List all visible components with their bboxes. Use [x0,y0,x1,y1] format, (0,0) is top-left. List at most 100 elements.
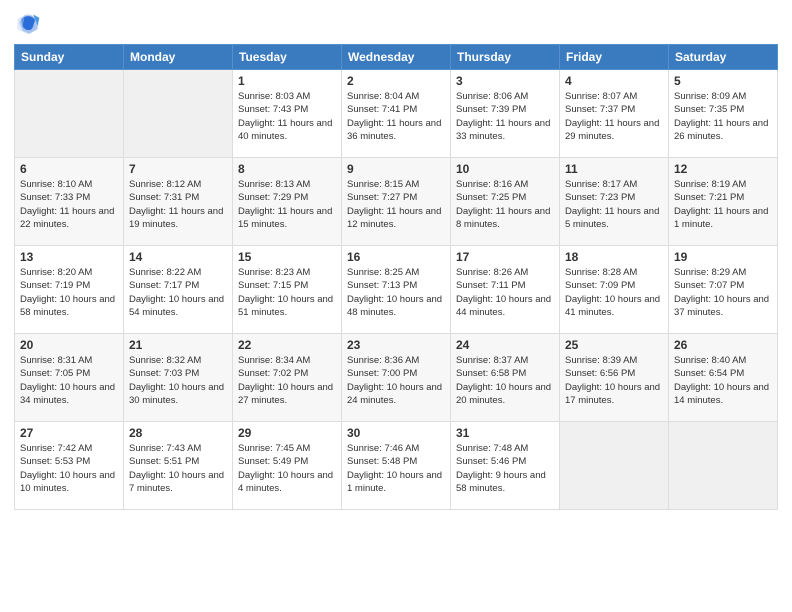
day-number: 20 [20,338,118,352]
calendar-cell: 4 Sunrise: 8:07 AM Sunset: 7:37 PM Daylig… [560,70,669,158]
day-info: Sunrise: 8:06 AM Sunset: 7:39 PM Dayligh… [456,90,554,143]
day-of-week-header: Thursday [451,45,560,70]
day-info: Sunrise: 8:19 AM Sunset: 7:21 PM Dayligh… [674,178,772,231]
day-info: Sunrise: 8:03 AM Sunset: 7:43 PM Dayligh… [238,90,336,143]
day-number: 10 [456,162,554,176]
day-number: 19 [674,250,772,264]
day-number: 27 [20,426,118,440]
day-number: 31 [456,426,554,440]
day-of-week-header: Tuesday [233,45,342,70]
day-of-week-header: Wednesday [342,45,451,70]
day-info: Sunrise: 7:45 AM Sunset: 5:49 PM Dayligh… [238,442,336,495]
day-info: Sunrise: 8:31 AM Sunset: 7:05 PM Dayligh… [20,354,118,407]
day-number: 14 [129,250,227,264]
day-number: 4 [565,74,663,88]
day-info: Sunrise: 8:36 AM Sunset: 7:00 PM Dayligh… [347,354,445,407]
calendar-cell: 2 Sunrise: 8:04 AM Sunset: 7:41 PM Daylig… [342,70,451,158]
calendar-cell: 5 Sunrise: 8:09 AM Sunset: 7:35 PM Daylig… [669,70,778,158]
day-info: Sunrise: 7:43 AM Sunset: 5:51 PM Dayligh… [129,442,227,495]
calendar-cell: 8Sunrise: 8:13 AM Sunset: 7:29 PM Daylig… [233,158,342,246]
calendar-week-row: 1 Sunrise: 8:03 AM Sunset: 7:43 PM Daylig… [15,70,778,158]
day-of-week-header: Friday [560,45,669,70]
day-number: 11 [565,162,663,176]
day-number: 12 [674,162,772,176]
calendar-cell: 23 Sunrise: 8:36 AM Sunset: 7:00 PM Dayli… [342,334,451,422]
calendar-cell: 3Sunrise: 8:06 AM Sunset: 7:39 PM Daylig… [451,70,560,158]
day-info: Sunrise: 8:23 AM Sunset: 7:15 PM Dayligh… [238,266,336,319]
calendar-cell: 14 Sunrise: 8:22 AM Sunset: 7:17 PM Dayli… [124,246,233,334]
calendar-cell: 11 Sunrise: 8:17 AM Sunset: 7:23 PM Dayli… [560,158,669,246]
calendar-cell: 20 Sunrise: 8:31 AM Sunset: 7:05 PM Dayli… [15,334,124,422]
calendar-cell: 25 Sunrise: 8:39 AM Sunset: 6:56 PM Dayli… [560,334,669,422]
day-number: 26 [674,338,772,352]
day-info: Sunrise: 8:25 AM Sunset: 7:13 PM Dayligh… [347,266,445,319]
calendar-cell: 19 Sunrise: 8:29 AM Sunset: 7:07 PM Dayli… [669,246,778,334]
day-number: 30 [347,426,445,440]
day-info: Sunrise: 7:48 AM Sunset: 5:46 PM Dayligh… [456,442,554,495]
calendar-cell: 30 Sunrise: 7:46 AM Sunset: 5:48 PM Dayli… [342,422,451,510]
day-info: Sunrise: 7:46 AM Sunset: 5:48 PM Dayligh… [347,442,445,495]
day-info: Sunrise: 8:09 AM Sunset: 7:35 PM Dayligh… [674,90,772,143]
day-info: Sunrise: 8:12 AM Sunset: 7:31 PM Dayligh… [129,178,227,231]
day-number: 22 [238,338,336,352]
day-info: Sunrise: 8:22 AM Sunset: 7:17 PM Dayligh… [129,266,227,319]
calendar-cell: 1 Sunrise: 8:03 AM Sunset: 7:43 PM Daylig… [233,70,342,158]
calendar-cell: 16Sunrise: 8:25 AM Sunset: 7:13 PM Dayli… [342,246,451,334]
calendar-cell [560,422,669,510]
day-number: 21 [129,338,227,352]
day-info: Sunrise: 8:29 AM Sunset: 7:07 PM Dayligh… [674,266,772,319]
calendar-cell: 22Sunrise: 8:34 AM Sunset: 7:02 PM Dayli… [233,334,342,422]
day-number: 23 [347,338,445,352]
day-of-week-header: Saturday [669,45,778,70]
day-number: 1 [238,74,336,88]
calendar-cell: 6 Sunrise: 8:10 AM Sunset: 7:33 PM Daylig… [15,158,124,246]
logo [14,10,44,38]
calendar-week-row: 13 Sunrise: 8:20 AM Sunset: 7:19 PM Dayli… [15,246,778,334]
calendar-week-row: 20 Sunrise: 8:31 AM Sunset: 7:05 PM Dayli… [15,334,778,422]
calendar-table: SundayMondayTuesdayWednesdayThursdayFrid… [14,44,778,510]
calendar-cell: 17 Sunrise: 8:26 AM Sunset: 7:11 PM Dayli… [451,246,560,334]
day-info: Sunrise: 8:04 AM Sunset: 7:41 PM Dayligh… [347,90,445,143]
day-number: 15 [238,250,336,264]
calendar-cell: 10Sunrise: 8:16 AM Sunset: 7:25 PM Dayli… [451,158,560,246]
day-info: Sunrise: 8:20 AM Sunset: 7:19 PM Dayligh… [20,266,118,319]
day-info: Sunrise: 8:26 AM Sunset: 7:11 PM Dayligh… [456,266,554,319]
day-number: 25 [565,338,663,352]
calendar-cell: 15 Sunrise: 8:23 AM Sunset: 7:15 PM Dayli… [233,246,342,334]
calendar-cell: 24Sunrise: 8:37 AM Sunset: 6:58 PM Dayli… [451,334,560,422]
day-info: Sunrise: 8:28 AM Sunset: 7:09 PM Dayligh… [565,266,663,319]
day-info: Sunrise: 8:40 AM Sunset: 6:54 PM Dayligh… [674,354,772,407]
calendar-cell [15,70,124,158]
day-info: Sunrise: 8:17 AM Sunset: 7:23 PM Dayligh… [565,178,663,231]
logo-icon [14,10,42,38]
calendar-cell: 12 Sunrise: 8:19 AM Sunset: 7:21 PM Dayli… [669,158,778,246]
calendar-week-row: 6 Sunrise: 8:10 AM Sunset: 7:33 PM Daylig… [15,158,778,246]
calendar-cell: 31 Sunrise: 7:48 AM Sunset: 5:46 PM Dayli… [451,422,560,510]
calendar-cell: 13 Sunrise: 8:20 AM Sunset: 7:19 PM Dayli… [15,246,124,334]
calendar-cell: 28Sunrise: 7:43 AM Sunset: 5:51 PM Dayli… [124,422,233,510]
day-number: 2 [347,74,445,88]
day-info: Sunrise: 8:15 AM Sunset: 7:27 PM Dayligh… [347,178,445,231]
calendar-cell: 21 Sunrise: 8:32 AM Sunset: 7:03 PM Dayli… [124,334,233,422]
day-info: Sunrise: 8:10 AM Sunset: 7:33 PM Dayligh… [20,178,118,231]
day-info: Sunrise: 7:42 AM Sunset: 5:53 PM Dayligh… [20,442,118,495]
day-of-week-header: Sunday [15,45,124,70]
calendar-cell: 18Sunrise: 8:28 AM Sunset: 7:09 PM Dayli… [560,246,669,334]
calendar-cell: 7 Sunrise: 8:12 AM Sunset: 7:31 PM Daylig… [124,158,233,246]
day-number: 8 [238,162,336,176]
day-number: 7 [129,162,227,176]
day-number: 5 [674,74,772,88]
day-number: 24 [456,338,554,352]
day-info: Sunrise: 8:39 AM Sunset: 6:56 PM Dayligh… [565,354,663,407]
day-info: Sunrise: 8:07 AM Sunset: 7:37 PM Dayligh… [565,90,663,143]
page-header [14,10,778,38]
day-number: 13 [20,250,118,264]
day-number: 29 [238,426,336,440]
calendar-week-row: 27 Sunrise: 7:42 AM Sunset: 5:53 PM Dayli… [15,422,778,510]
day-number: 17 [456,250,554,264]
day-number: 6 [20,162,118,176]
calendar-cell: 27 Sunrise: 7:42 AM Sunset: 5:53 PM Dayli… [15,422,124,510]
day-of-week-header: Monday [124,45,233,70]
calendar-cell: 29 Sunrise: 7:45 AM Sunset: 5:49 PM Dayli… [233,422,342,510]
day-info: Sunrise: 8:32 AM Sunset: 7:03 PM Dayligh… [129,354,227,407]
